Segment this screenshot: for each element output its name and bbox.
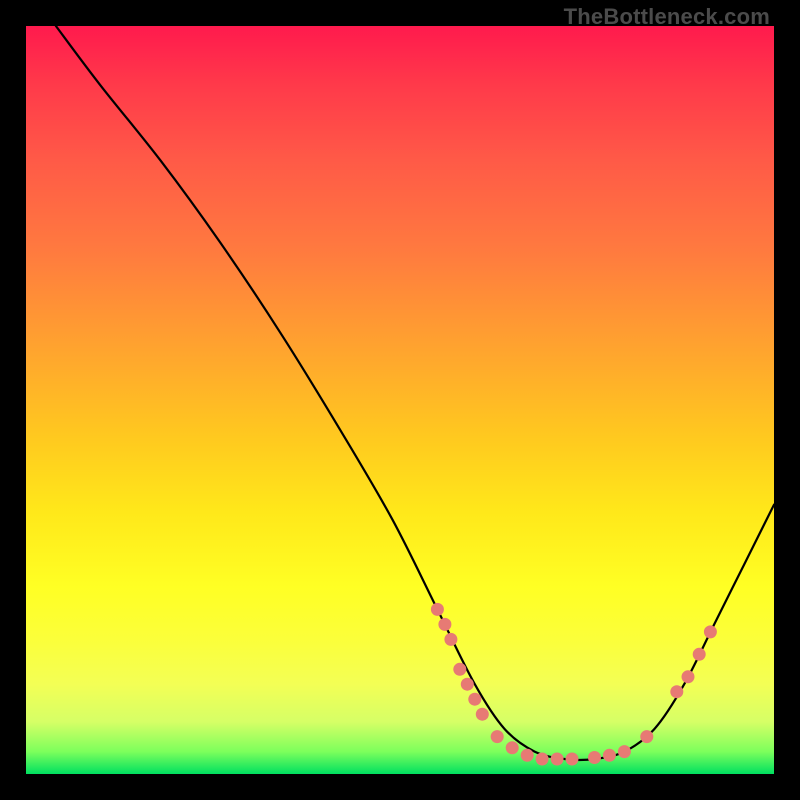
bottleneck-curve <box>56 26 774 760</box>
data-marker <box>603 749 616 762</box>
data-marker <box>551 753 564 766</box>
data-marker <box>693 648 706 661</box>
data-marker <box>521 749 534 762</box>
data-markers <box>431 603 717 766</box>
data-marker <box>506 741 519 754</box>
data-marker <box>566 753 579 766</box>
data-marker <box>476 708 489 721</box>
watermark-text: TheBottleneck.com <box>564 4 770 30</box>
data-marker <box>491 730 504 743</box>
plot-area <box>26 26 774 774</box>
data-marker <box>461 678 474 691</box>
data-marker <box>536 753 549 766</box>
data-marker <box>588 751 601 764</box>
data-marker <box>618 745 631 758</box>
data-marker <box>468 693 481 706</box>
data-marker <box>431 603 444 616</box>
data-marker <box>444 633 457 646</box>
data-marker <box>704 625 717 638</box>
data-marker <box>640 730 653 743</box>
data-marker <box>453 663 466 676</box>
data-marker <box>682 670 695 683</box>
data-marker <box>670 685 683 698</box>
data-marker <box>438 618 451 631</box>
chart-container: TheBottleneck.com <box>0 0 800 800</box>
chart-svg <box>26 26 774 774</box>
